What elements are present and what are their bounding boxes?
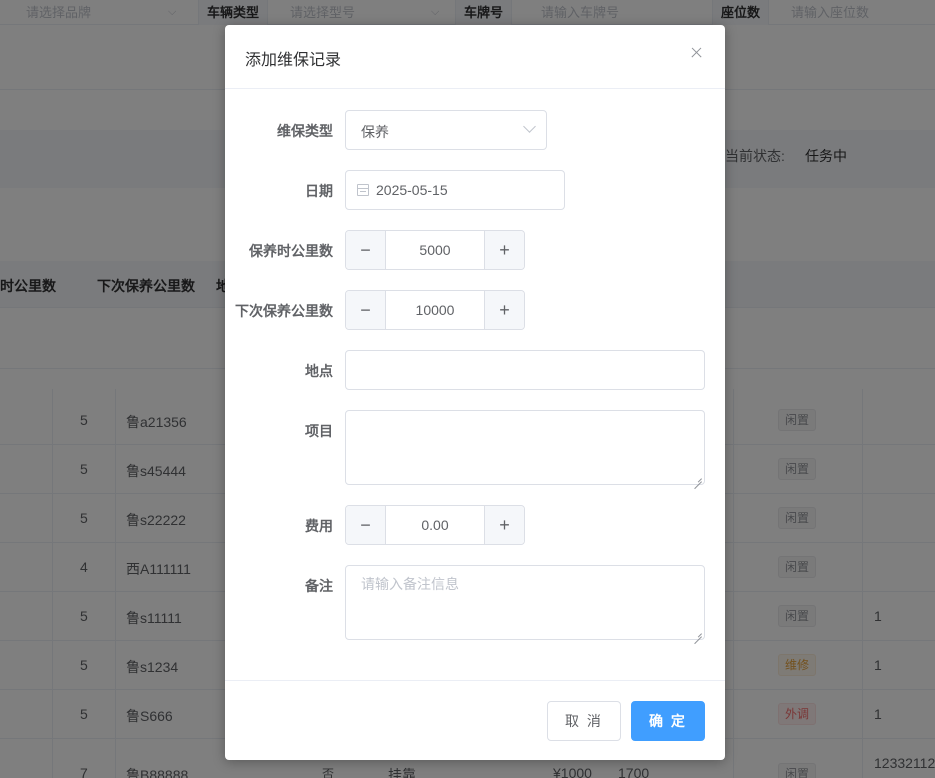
cost-label: 费用: [305, 518, 333, 534]
items-label: 项目: [305, 423, 333, 439]
location-input[interactable]: [345, 350, 705, 390]
add-maintenance-dialog: 添加维保记录 维保类型 保养 日期 2025-05-15 保养时公里数 − 50…: [225, 25, 725, 760]
date-value: 2025-05-15: [376, 182, 448, 198]
next-mileage-input[interactable]: 10000: [386, 291, 484, 329]
cost-input[interactable]: 0.00: [386, 506, 484, 544]
remark-placeholder: 请输入备注信息: [361, 576, 459, 592]
items-textarea[interactable]: [345, 410, 705, 485]
cost-stepper: − 0.00 +: [345, 505, 525, 545]
mileage-input[interactable]: 5000: [386, 231, 484, 269]
footer-divider: [225, 680, 725, 681]
decrement-button[interactable]: −: [346, 291, 386, 329]
remark-label: 备注: [305, 578, 333, 594]
increment-button[interactable]: +: [484, 506, 524, 544]
decrement-button[interactable]: −: [346, 506, 386, 544]
date-label: 日期: [305, 183, 333, 199]
resize-handle-icon[interactable]: [694, 629, 702, 637]
location-label: 地点: [305, 363, 333, 379]
dialog-header: 添加维保记录: [225, 25, 725, 89]
decrement-button[interactable]: −: [346, 231, 386, 269]
selected-value: 保养: [361, 124, 389, 140]
date-picker[interactable]: 2025-05-15: [345, 170, 565, 210]
dialog-title: 添加维保记录: [245, 52, 342, 69]
cancel-button[interactable]: 取 消: [547, 701, 621, 741]
confirm-button[interactable]: 确 定: [631, 701, 705, 741]
next-mileage-label: 下次保养公里数: [235, 303, 333, 319]
calendar-icon: [357, 184, 369, 196]
resize-handle-icon[interactable]: [694, 474, 702, 482]
increment-button[interactable]: +: [484, 291, 524, 329]
remark-textarea[interactable]: 请输入备注信息: [345, 565, 705, 640]
chevron-down-icon: [523, 120, 536, 133]
increment-button[interactable]: +: [484, 231, 524, 269]
maintenance-type-select[interactable]: 保养: [345, 110, 547, 150]
next-mileage-stepper: − 10000 +: [345, 290, 525, 330]
mileage-stepper: − 5000 +: [345, 230, 525, 270]
mileage-label: 保养时公里数: [249, 243, 333, 259]
close-icon[interactable]: [687, 43, 707, 63]
type-label: 维保类型: [277, 123, 333, 139]
